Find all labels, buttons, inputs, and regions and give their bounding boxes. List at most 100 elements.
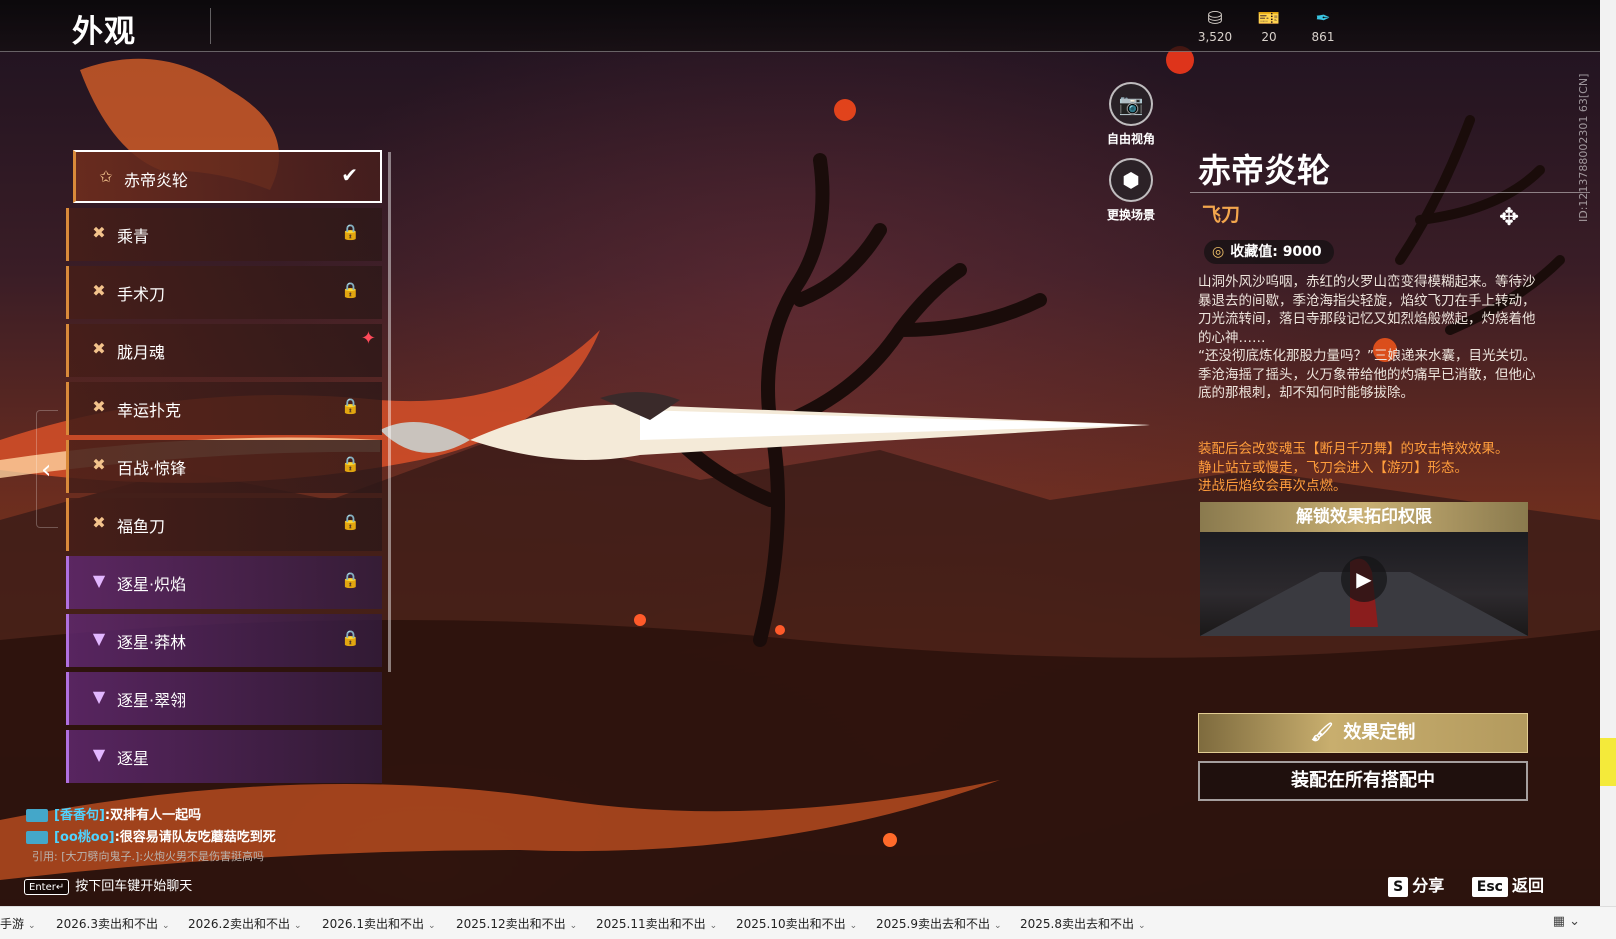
- chat-message: [oo桃oo]:很容易请队友吃蘑菇吃到死: [26, 827, 386, 849]
- highlight-cell: [1600, 738, 1616, 786]
- chat-channel-icon: [26, 831, 48, 844]
- skin-item-zhuxing[interactable]: ▼ 逐星: [66, 730, 382, 783]
- sheet-tab-label: 2025.10卖出和不出: [736, 917, 846, 931]
- sheet-tab[interactable]: 2025.11卖出和不出 ⌄: [596, 915, 717, 932]
- enter-key-icon: Enter↵: [24, 879, 70, 895]
- currency-coins: ⛁ 3,520: [1188, 8, 1242, 44]
- chat-message: [香香句]:双排有人一起吗: [26, 805, 386, 827]
- sheet-tab-label: 2025.9卖出去和不出: [876, 917, 990, 931]
- currency-feathers-value: 861: [1311, 30, 1335, 44]
- back-key: Esc: [1471, 877, 1508, 897]
- chat-quote: 引用: [大刀劈向鬼子.]:火炮火男不是伤害挺高吗: [32, 850, 264, 863]
- camera-icon: 📷: [1109, 82, 1153, 126]
- rarity-chevron-icon: ▼: [92, 629, 106, 648]
- share-button[interactable]: S 分享: [1366, 876, 1444, 897]
- sheet-tab[interactable]: 2025.9卖出去和不出 ⌄: [876, 915, 1002, 932]
- lock-icon: 🔒: [341, 513, 360, 531]
- collection-value-badge: ◎ 收藏值: 9000: [1204, 240, 1334, 264]
- change-scene-button[interactable]: ⬢ 更换场景: [1091, 158, 1171, 223]
- feather-icon: ✒: [1315, 8, 1331, 29]
- effect-preview-video[interactable]: ▶: [1200, 532, 1528, 636]
- grid-menu-icon[interactable]: ▦ ⌄: [1553, 914, 1580, 929]
- free-view-button[interactable]: 📷 自由视角: [1091, 82, 1171, 147]
- effect-customize-button[interactable]: 🖌 效果定制: [1198, 713, 1528, 753]
- rarity-cross-icon: ✖: [92, 339, 106, 358]
- chat-sender[interactable]: [oo桃oo]: [54, 830, 115, 845]
- player-id-text: ID:1213788002301 63[CN]: [1577, 72, 1593, 232]
- collapse-panel-button[interactable]: ‹: [36, 410, 58, 528]
- effect-line: 进战后焰纹会再次点燃。: [1198, 478, 1347, 494]
- chat-text: :双排有人一起吗: [104, 808, 202, 823]
- item-effect: 装配后会改变魂玉【断月千刃舞】的攻击特效效果。 静止站立或慢走，飞刀会进入【游刃…: [1198, 440, 1538, 496]
- sheet-tab[interactable]: 2026.1卖出和不出 ⌄: [322, 915, 436, 932]
- description-paragraph: 山洞外风沙呜咽，赤红的火罗山峦变得模糊起来。等待沙暴退去的间歇，季沧海指尖轻旋，…: [1198, 274, 1536, 346]
- skin-list: ✩ 赤帝炎轮 ✔ ✖ 乘青 🔒 ✖ 手术刀 🔒 ✖ 胧月魂 ✦ ✖ 幸运扑克 🔒…: [66, 150, 384, 800]
- chat-sender[interactable]: [香香句]: [54, 808, 105, 823]
- skin-item-label: 逐星: [117, 749, 150, 768]
- top-bar-divider: [0, 51, 1600, 52]
- skin-item-fuyudao[interactable]: ✖ 福鱼刀 🔒: [66, 498, 382, 551]
- back-button[interactable]: Esc 返回: [1450, 876, 1544, 897]
- sheet-tab[interactable]: 2026.3卖出和不出 ⌄: [56, 915, 170, 932]
- chevron-down-icon: ⌄: [294, 921, 302, 931]
- skin-item-chengqing[interactable]: ✖ 乘青 🔒: [66, 208, 382, 261]
- equip-all-loadouts-button[interactable]: 装配在所有搭配中: [1198, 761, 1528, 801]
- sheet-tab[interactable]: 手游 ⌄: [0, 915, 36, 932]
- page-title: 外观: [72, 14, 136, 50]
- skin-item-zhuxing-manglin[interactable]: ▼ 逐星·莽林 🔒: [66, 614, 382, 667]
- currency-tickets: 🎫 20: [1242, 8, 1296, 44]
- lock-icon: 🔒: [341, 571, 360, 589]
- unlock-effect-button[interactable]: 解锁效果拓印权限: [1200, 502, 1528, 532]
- chevron-down-icon: ⌄: [1138, 921, 1146, 931]
- play-icon[interactable]: ▶: [1341, 556, 1387, 602]
- item-description: 山洞外风沙呜咽，赤红的火罗山峦变得模糊起来。等待沙暴退去的间歇，季沧海指尖轻旋，…: [1198, 273, 1538, 403]
- sheet-tab-label: 2025.12卖出和不出: [456, 917, 566, 931]
- scene-cube-icon: ⬢: [1109, 158, 1153, 202]
- rarity-cross-icon: ✖: [92, 223, 106, 242]
- star-rarity-icon: ✩: [99, 167, 113, 186]
- player-id-label: ID:1213788002301 63[CN]: [1577, 73, 1590, 222]
- skin-item-zhuxing-chiyan[interactable]: ▼ 逐星·炽焰 🔒: [66, 556, 382, 609]
- skin-item-baizhan-jingfeng[interactable]: ✖ 百战·惊锋 🔒: [66, 440, 382, 493]
- item-name-divider: [1190, 192, 1590, 193]
- new-badge-icon: ✦: [360, 328, 376, 349]
- rarity-chevron-icon: ▼: [92, 745, 106, 764]
- effect-customize-label: 效果定制: [1343, 722, 1416, 743]
- skin-item-label: 逐星·翠翎: [117, 691, 187, 710]
- collection-swirl-icon: ◎: [1212, 244, 1225, 260]
- lock-icon: 🔒: [341, 397, 360, 415]
- skin-item-label: 幸运扑克: [117, 401, 182, 420]
- chevron-down-icon: ⌄: [162, 921, 170, 931]
- skin-item-chidi-yanlun[interactable]: ✩ 赤帝炎轮 ✔: [73, 150, 382, 203]
- ticket-icon: 🎫: [1257, 8, 1281, 29]
- sheet-tab[interactable]: 2025.8卖出去和不出 ⌄: [1020, 915, 1146, 932]
- skin-item-zhuxing-cuiling[interactable]: ▼ 逐星·翠翎: [66, 672, 382, 725]
- skin-list-scrollbar[interactable]: [388, 152, 391, 672]
- skin-item-lucky-poker[interactable]: ✖ 幸运扑克 🔒: [66, 382, 382, 435]
- rarity-cross-icon: ✖: [92, 455, 106, 474]
- top-bar: 外观 ⛁ 3,520 🎫 20 ✒ 861: [0, 0, 1600, 52]
- skin-item-label: 福鱼刀: [117, 517, 166, 536]
- sheet-tab-label: 2026.1卖出和不出: [322, 917, 424, 931]
- bottom-key-hints: S 分享 Esc 返回: [1366, 872, 1544, 897]
- sheet-tab-label: 手游: [0, 917, 25, 931]
- rarity-cross-icon: ✖: [92, 513, 106, 532]
- sheet-tab-label: 2025.8卖出去和不出: [1020, 917, 1134, 931]
- sheet-tab[interactable]: 2026.2卖出和不出 ⌄: [188, 915, 302, 932]
- change-scene-label: 更换场景: [1106, 208, 1155, 222]
- skin-item-longyuehun[interactable]: ✖ 胧月魂 ✦: [66, 324, 382, 377]
- sheet-tab-bar: 手游 ⌄ 2026.3卖出和不出 ⌄ 2026.2卖出和不出 ⌄ 2026.1卖出和不…: [0, 906, 1616, 939]
- sheet-tab-label: 2026.2卖出和不出: [188, 917, 290, 931]
- currency-coins-value: 3,520: [1197, 30, 1233, 44]
- lock-icon: 🔒: [341, 223, 360, 241]
- chevron-down-icon: ⌄: [28, 921, 36, 931]
- back-label: 返回: [1511, 876, 1544, 895]
- skin-item-scalpel[interactable]: ✖ 手术刀 🔒: [66, 266, 382, 319]
- sheet-tab[interactable]: 2025.10卖出和不出 ⌄: [736, 915, 857, 932]
- effect-line: 静止站立或慢走，飞刀会进入【游刃】形态。: [1198, 459, 1468, 476]
- background-window-strip: [1600, 0, 1616, 906]
- sheet-tab[interactable]: 2025.12卖出和不出 ⌄: [456, 915, 577, 932]
- chat-enter-hint[interactable]: Enter↵ 按下回车键开始聊天: [24, 875, 192, 895]
- rotate-model-icon[interactable]: ✥: [1494, 202, 1524, 232]
- title-divider: [210, 8, 211, 44]
